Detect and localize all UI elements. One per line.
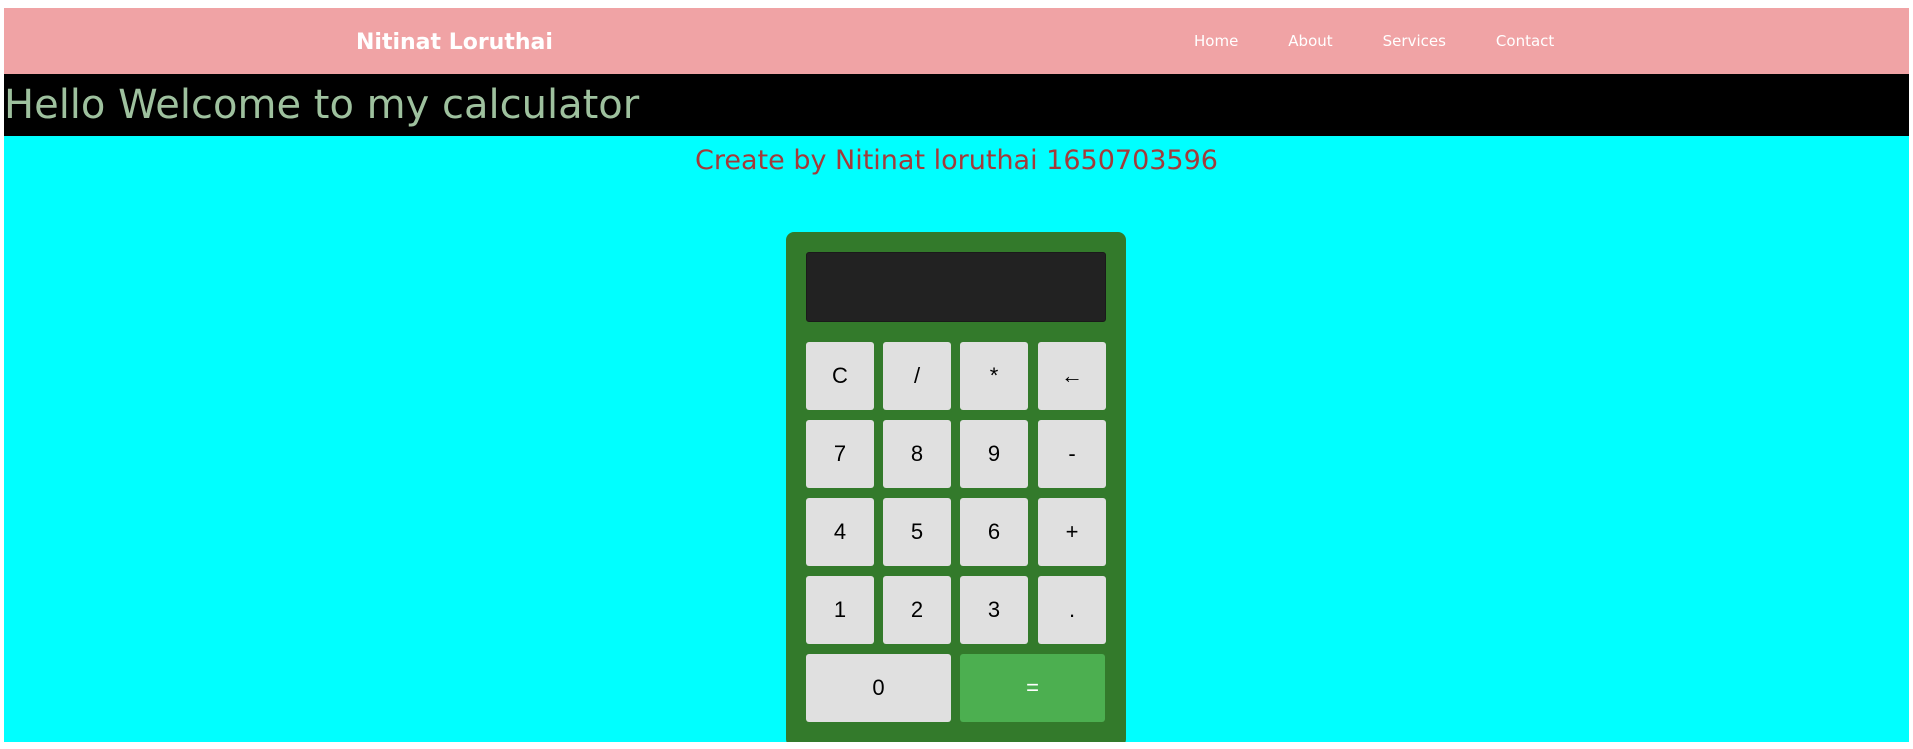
brand-name[interactable]: Nitinat Loruthai: [356, 29, 553, 57]
page: Nitinat Loruthai Home About Services Con…: [4, 8, 1909, 742]
calculator-display[interactable]: [806, 252, 1106, 322]
key-2[interactable]: 2: [883, 576, 951, 644]
nav-links: Home About Services Contact: [1194, 31, 1604, 51]
key-backspace[interactable]: ←: [1038, 342, 1106, 410]
nav-link-contact[interactable]: Contact: [1496, 31, 1554, 51]
key-4[interactable]: 4: [806, 498, 874, 566]
key-9[interactable]: 9: [960, 420, 1028, 488]
key-equals[interactable]: =: [960, 654, 1105, 722]
calculator: C / * ← 7 8 9 - 4 5 6 + 1 2 3 . 0 =: [786, 232, 1126, 742]
key-3[interactable]: 3: [960, 576, 1028, 644]
page-title: Hello Welcome to my calculator: [4, 82, 640, 128]
key-1[interactable]: 1: [806, 576, 874, 644]
nav-link-services[interactable]: Services: [1383, 31, 1446, 51]
navbar: Nitinat Loruthai Home About Services Con…: [4, 8, 1909, 74]
key-clear[interactable]: C: [806, 342, 874, 410]
key-decimal[interactable]: .: [1038, 576, 1106, 644]
key-7[interactable]: 7: [806, 420, 874, 488]
nav-link-home[interactable]: Home: [1194, 31, 1238, 51]
key-0[interactable]: 0: [806, 654, 951, 722]
key-6[interactable]: 6: [960, 498, 1028, 566]
key-plus[interactable]: +: [1038, 498, 1106, 566]
welcome-banner: Hello Welcome to my calculator: [4, 74, 1909, 136]
main-content: Create by Nitinat loruthai 1650703596 C …: [4, 136, 1909, 742]
key-divide[interactable]: /: [883, 342, 951, 410]
key-8[interactable]: 8: [883, 420, 951, 488]
author-subtitle: Create by Nitinat loruthai 1650703596: [695, 145, 1218, 176]
nav-link-about[interactable]: About: [1288, 31, 1332, 51]
key-minus[interactable]: -: [1038, 420, 1106, 488]
key-multiply[interactable]: *: [960, 342, 1028, 410]
key-5[interactable]: 5: [883, 498, 951, 566]
